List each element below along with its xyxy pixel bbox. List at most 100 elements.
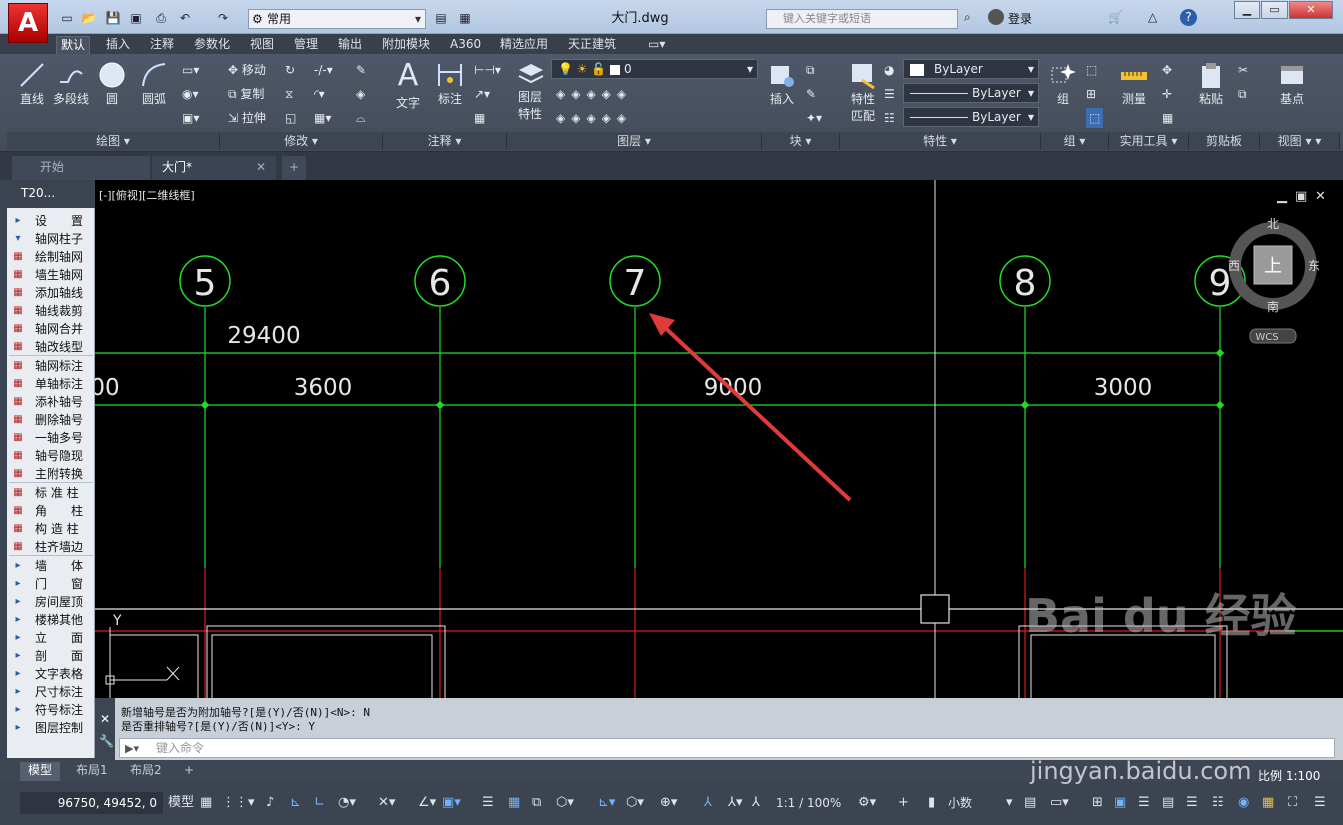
command-prompt-icon[interactable]: ▶▾ bbox=[125, 742, 139, 755]
tab-tangent[interactable]: 天正建筑 bbox=[564, 36, 620, 54]
coordinates-readout[interactable]: 96750, 49452, 0 bbox=[20, 792, 163, 814]
tab-annotate[interactable]: 注释 bbox=[146, 36, 178, 54]
layer-dropdown[interactable]: 💡 ☀ 🔓 0 ▾ bbox=[551, 59, 758, 79]
doc-tab-start[interactable]: 开始 bbox=[12, 156, 150, 180]
add-layout-button[interactable]: + bbox=[176, 762, 202, 781]
line-button[interactable]: 直线 bbox=[14, 60, 50, 107]
hardware-accel-icon[interactable]: ▣ bbox=[1114, 794, 1126, 812]
palette-item[interactable]: ▸ 墙 体 bbox=[7, 557, 95, 575]
rotate-icon[interactable]: ↻ bbox=[285, 60, 295, 80]
undo-icon[interactable]: ↶ bbox=[176, 10, 194, 26]
palette-item[interactable]: ▸ 立 面 bbox=[7, 629, 95, 647]
settings-icon[interactable]: ⚙▾ bbox=[858, 794, 876, 812]
palette-item[interactable]: ▦ 墙生轴网 bbox=[7, 266, 95, 284]
palette-item[interactable]: ▸ 设 置 bbox=[7, 212, 95, 230]
palette-item[interactable]: ▦ 绘制轴网 bbox=[7, 248, 95, 266]
linetype-dropdown[interactable]: ByLayer ▾ bbox=[903, 83, 1039, 103]
tab-a360[interactable]: A360 bbox=[446, 36, 485, 54]
tangent-icon[interactable]: ▦ bbox=[1262, 794, 1274, 812]
plus-icon[interactable]: + bbox=[898, 794, 909, 812]
palette-header[interactable]: T20... bbox=[7, 180, 95, 208]
layer-properties-button[interactable]: 图层 特性 bbox=[512, 60, 548, 122]
tab-layout1[interactable]: 布局1 bbox=[68, 762, 116, 781]
rectangle-icon[interactable]: ▭▾ bbox=[182, 60, 199, 80]
drawing-canvas[interactable]: 5 6 7 8 9 29400 00 3600 9000 3000 Y 上 北 … bbox=[90, 180, 1343, 707]
lineweight-icon[interactable]: ☰ bbox=[884, 84, 895, 104]
palette-item[interactable]: ▦ 构 造 柱 bbox=[7, 520, 95, 538]
osnap-tracking-icon[interactable]: ✕▾ bbox=[378, 794, 395, 812]
arc-button[interactable]: 圆弧 bbox=[134, 60, 174, 107]
tab-model[interactable]: 模型 bbox=[20, 762, 61, 781]
linetype-icon[interactable]: ☷ bbox=[884, 108, 895, 128]
palette-item[interactable]: ▦ 轴线裁剪 bbox=[7, 302, 95, 320]
redo-icon[interactable]: ↷ bbox=[214, 10, 232, 26]
viewport-controls[interactable]: ▁ ▣ ✕ bbox=[1276, 189, 1326, 204]
trim-icon[interactable]: -/-▾ bbox=[314, 60, 333, 80]
layer-tools-row-1[interactable]: ◈◈◈◈◈ bbox=[556, 84, 632, 104]
paste-button[interactable]: 粘贴 bbox=[1194, 60, 1228, 107]
ucs-toggle-icon[interactable]: ⊞ bbox=[1092, 794, 1103, 812]
palette-item[interactable]: ▦ 轴改线型 bbox=[7, 338, 95, 356]
panel-block-title[interactable]: 块 ▾ bbox=[762, 132, 840, 150]
panel-modify-title[interactable]: 修改 ▾ bbox=[220, 132, 383, 150]
snap-icon[interactable]: ⋮⋮▾ bbox=[222, 794, 255, 812]
panel-layers-title[interactable]: 图层 ▾ bbox=[507, 132, 762, 150]
fillet-icon[interactable]: ◜▾ bbox=[314, 84, 325, 104]
panel-utilities-title[interactable]: 实用工具 ▾ bbox=[1109, 132, 1189, 150]
palette-item[interactable]: ▸ 文字表格 bbox=[7, 665, 95, 683]
region-icon[interactable]: ▣▾ bbox=[182, 108, 199, 128]
grid-icon[interactable]: ▦ bbox=[200, 794, 212, 812]
annotation-scale-icon[interactable]: ⅄ bbox=[752, 794, 760, 812]
dynamic-ucs-icon[interactable]: ⊾▾ bbox=[598, 794, 615, 812]
table-icon[interactable]: ▦ bbox=[474, 108, 485, 128]
palette-item[interactable]: ▦ 添补轴号 bbox=[7, 393, 95, 411]
palette-item[interactable]: ▦ 轴号隐现 bbox=[7, 447, 95, 465]
close-icon[interactable]: ✕ bbox=[100, 712, 110, 726]
help-icon[interactable]: ? bbox=[1180, 9, 1197, 26]
auto-scale-icon[interactable]: ⅄▾ bbox=[728, 794, 742, 812]
palette-item[interactable]: ▦ 单轴标注 bbox=[7, 375, 95, 393]
polar-icon[interactable]: ◔▾ bbox=[338, 794, 356, 812]
quick-select-icon[interactable]: ✥ bbox=[1162, 60, 1172, 80]
color-dropdown[interactable]: ByLayer ▾ bbox=[903, 59, 1039, 79]
minimize-button[interactable]: ▁ bbox=[1234, 1, 1260, 19]
dynamic-input-icon[interactable]: ⊾ bbox=[290, 794, 301, 812]
tab-default[interactable]: 默认 bbox=[56, 36, 91, 54]
tab-addins[interactable]: 附加模块 bbox=[378, 36, 434, 54]
viewcube[interactable]: 上 北 南 东 西 WCS bbox=[1228, 217, 1320, 344]
annotation-scale-label[interactable]: 比例 1:100 bbox=[1258, 767, 1320, 784]
lock-ui-icon[interactable]: ▭▾ bbox=[1050, 794, 1069, 812]
panel-groups-title[interactable]: 组 ▾ bbox=[1041, 132, 1109, 150]
group-select-icon[interactable]: ⬚ bbox=[1086, 108, 1104, 128]
scale-icon[interactable]: ◱ bbox=[285, 108, 296, 128]
circle-status-icon[interactable]: ◉ bbox=[1238, 794, 1249, 812]
create-block-icon[interactable]: ⧉ bbox=[806, 60, 815, 80]
binoculars-icon[interactable]: ⌕ bbox=[964, 10, 971, 25]
panel-view-title[interactable]: 视图 ▾ ▾ bbox=[1260, 132, 1340, 150]
viewport-scale[interactable]: 1:1 / 100% bbox=[776, 794, 841, 812]
save-icon[interactable]: 💾 bbox=[104, 10, 122, 26]
units-dropdown[interactable]: 小数 bbox=[948, 794, 972, 812]
selection-cycling-icon[interactable]: ⧉ bbox=[532, 794, 541, 812]
print-icon[interactable]: ⎙ bbox=[152, 10, 170, 26]
palette-item[interactable]: ▦ 标 准 柱 bbox=[7, 484, 95, 502]
tab-manage[interactable]: 管理 bbox=[290, 36, 322, 54]
palette-item[interactable]: ▦ 柱齐墙边 bbox=[7, 538, 95, 556]
close-button[interactable]: ✕ bbox=[1289, 1, 1333, 19]
attribute-icon[interactable]: ✦▾ bbox=[806, 108, 822, 128]
open-icon[interactable]: 📂 bbox=[80, 10, 98, 26]
tab-layout2[interactable]: 布局2 bbox=[122, 762, 170, 781]
palette-item[interactable]: ▸ 符号标注 bbox=[7, 701, 95, 719]
transparency-icon[interactable]: ▦ bbox=[508, 794, 520, 812]
copy-clip-icon[interactable]: ⧉ bbox=[1238, 84, 1247, 104]
palette-item[interactable]: ▦ 一轴多号 bbox=[7, 429, 95, 447]
layer-icon[interactable]: ▦ bbox=[456, 10, 474, 26]
panel-annotation-title[interactable]: 注释 ▾ bbox=[383, 132, 507, 150]
login-button[interactable]: 登录 bbox=[1008, 10, 1032, 27]
move-button[interactable]: ✥ 移动 bbox=[228, 60, 266, 80]
copy-button[interactable]: ⧉ 复制 bbox=[228, 84, 264, 104]
status-menu-icon[interactable]: ☰ bbox=[1314, 794, 1326, 812]
array-icon[interactable]: ▦▾ bbox=[314, 108, 331, 128]
leader-icon[interactable]: ↗▾ bbox=[474, 84, 490, 104]
dimension-button[interactable]: 标注 bbox=[432, 60, 468, 107]
